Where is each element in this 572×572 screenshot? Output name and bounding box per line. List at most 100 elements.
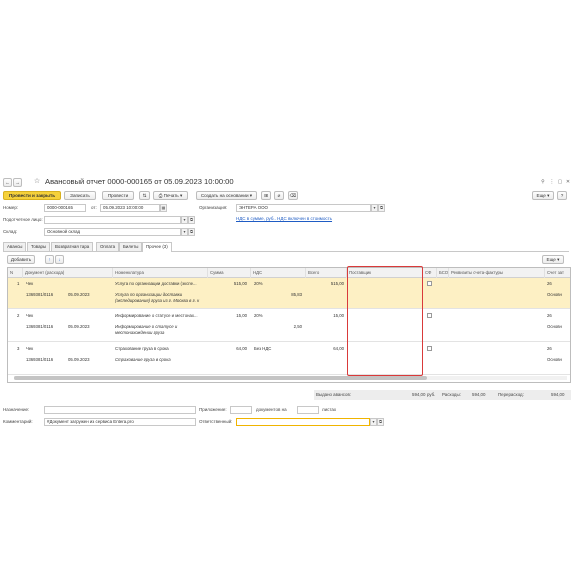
forward-button[interactable]: → [13, 178, 22, 187]
number-label: Номер: [3, 205, 19, 210]
number-field[interactable]: 0000-000165 [44, 204, 86, 212]
tab-returnable-containers[interactable]: Возвратная тара [51, 242, 94, 251]
add-row-button[interactable]: Добавить [7, 255, 35, 264]
paperclip-icon: ⌀ [277, 193, 281, 198]
doc-type[interactable]: Чек [26, 313, 33, 318]
doc-number[interactable]: 1369381/0116 [26, 324, 53, 329]
help-button[interactable]: ? [557, 191, 567, 200]
create-based-button[interactable]: Создать на основании ▾ [196, 191, 257, 200]
attach-button[interactable]: ⌀ [274, 191, 284, 200]
person-dropdown-icon[interactable]: ▾ [181, 216, 188, 224]
person-open-icon[interactable]: ⧉ [188, 216, 195, 224]
invoice-checkbox[interactable] [427, 313, 432, 318]
invoice-checkbox[interactable] [427, 281, 432, 286]
date-field[interactable]: 05.09.2023 10:00:00 [100, 204, 160, 212]
calendar-icon[interactable]: ▦ [160, 204, 167, 212]
responsible-field[interactable] [236, 418, 370, 426]
warehouse-open-icon[interactable]: ⧉ [188, 228, 195, 236]
table-more-button[interactable]: Еще ▾ [542, 255, 564, 264]
cost-account[interactable]: 26 [547, 313, 552, 318]
link-icon[interactable]: ⚲ [540, 178, 546, 186]
col-invoice-details: Реквизиты счета-фактуры [449, 268, 545, 278]
overspend-label: Перерасход: [498, 392, 524, 397]
comment-field[interactable]: #Документ загружен из сервиса Entera.pro [44, 418, 196, 426]
cost-account[interactable]: 26 [547, 346, 552, 351]
table-horizontal-scrollbar[interactable] [14, 376, 567, 380]
vat-sum[interactable]: 2,50 [266, 324, 302, 329]
purpose-field[interactable] [44, 406, 196, 414]
more-button[interactable]: Еще ▾ [532, 191, 554, 200]
back-button[interactable]: ← [3, 178, 12, 187]
doc-date[interactable]: 05.09.2023 [68, 324, 90, 329]
tab-goods[interactable]: Товары [27, 242, 51, 251]
row-number: 3 [17, 346, 20, 351]
comment-label: Комментарий: [3, 419, 33, 424]
total-cell[interactable]: 15,00 [308, 313, 344, 318]
tab-advances[interactable]: Авансы [3, 242, 27, 251]
nomenclature[interactable]: Информирование о статусе и местонах... [115, 313, 198, 318]
cost-account[interactable]: 26 [547, 281, 552, 286]
sum-cell[interactable]: 15,00 [210, 313, 247, 318]
responsible-dropdown-icon[interactable]: ▾ [370, 418, 377, 426]
vat-rate[interactable]: Без НДС [254, 346, 271, 351]
doc-type[interactable]: Чек [26, 281, 33, 286]
nomenclature[interactable]: Страхование груза в срока [115, 346, 169, 351]
doc-number[interactable]: 1369381/0116 [26, 357, 53, 362]
total-cell[interactable]: 64,00 [308, 346, 344, 351]
table-row[interactable] [8, 343, 570, 375]
open-icon[interactable]: ⧉ [378, 204, 385, 212]
menu-dots-icon[interactable]: ⋮ [549, 178, 555, 186]
cost-account-sub[interactable]: Основн [547, 324, 562, 329]
col-total: Всего [306, 268, 347, 278]
post-button[interactable]: Провести [102, 191, 134, 200]
vat-rate[interactable]: 20% [254, 281, 263, 286]
sum-cell[interactable]: 515,00 [210, 281, 247, 286]
tab-other[interactable]: Прочее (3) [142, 242, 172, 252]
arrow-left-icon: ← [5, 180, 10, 185]
spent-value: 594,00 [412, 392, 426, 397]
vat-link[interactable]: НДС в сумме, руб.. НДС включен в стоимос… [236, 216, 332, 222]
expenses-value: 594,00 [472, 392, 486, 397]
sum-cell[interactable]: 64,00 [210, 346, 247, 351]
warehouse-field[interactable]: Основной склад [44, 228, 181, 236]
post-and-close-button[interactable]: Провести и закрыть [3, 191, 61, 200]
close-icon[interactable]: ✕ [565, 178, 571, 186]
total-cell[interactable]: 515,00 [308, 281, 344, 286]
accountable-person-field[interactable] [44, 216, 181, 224]
nomenclature-desc: Страхование груза в срока [115, 357, 171, 362]
doc-date[interactable]: 05.09.2023 [68, 292, 90, 297]
print-button[interactable]: ⎙ Печать ▾ [153, 191, 188, 200]
cost-account-sub[interactable]: Основн [547, 292, 562, 297]
cost-account-sub[interactable]: Основн [547, 357, 562, 362]
chevron-down-icon[interactable]: ▾ [371, 204, 378, 212]
organization-field[interactable]: ЭНТЕРА ООО [236, 204, 371, 212]
move-down-button[interactable]: ↓ [55, 255, 64, 264]
doc-number[interactable]: 1369381/0116 [26, 292, 53, 297]
attachment-field[interactable] [230, 406, 252, 414]
vat-sum[interactable]: 85,83 [266, 292, 302, 297]
tab-payment[interactable]: Оплата [96, 242, 120, 251]
restore-icon[interactable]: ▢ [557, 178, 563, 186]
tab-tickets[interactable]: Билеты [119, 242, 143, 251]
structure-icon: ⊞ [264, 193, 268, 198]
invoice-checkbox[interactable] [427, 346, 432, 351]
star-icon[interactable]: ☆ [33, 178, 41, 186]
move-up-button[interactable]: ↑ [45, 255, 54, 264]
doc-type[interactable]: Чек [26, 346, 33, 351]
col-invoice: СФ [423, 268, 437, 278]
vat-rate[interactable]: 20% [254, 313, 263, 318]
dt-kt-button[interactable]: ⇅ [139, 191, 150, 200]
warehouse-dropdown-icon[interactable]: ▾ [181, 228, 188, 236]
trash-icon: ⌫ [289, 193, 297, 198]
nomenclature[interactable]: Услуга по организации доставки (экспе... [115, 281, 197, 286]
save-button[interactable]: Записать [64, 191, 96, 200]
scrollbar-thumb[interactable] [14, 376, 427, 380]
structure-button[interactable]: ⊞ [261, 191, 271, 200]
issued-advances-label: Выдано авансов: [316, 392, 352, 397]
responsible-open-icon[interactable]: ⧉ [377, 418, 384, 426]
delete-button[interactable]: ⌫ [288, 191, 298, 200]
page-title: Авансовый отчет 0000-000165 от 05.09.202… [45, 177, 234, 186]
tabs-baseline [3, 251, 569, 252]
sheets-field[interactable] [297, 406, 319, 414]
doc-date[interactable]: 05.09.2023 [68, 357, 90, 362]
